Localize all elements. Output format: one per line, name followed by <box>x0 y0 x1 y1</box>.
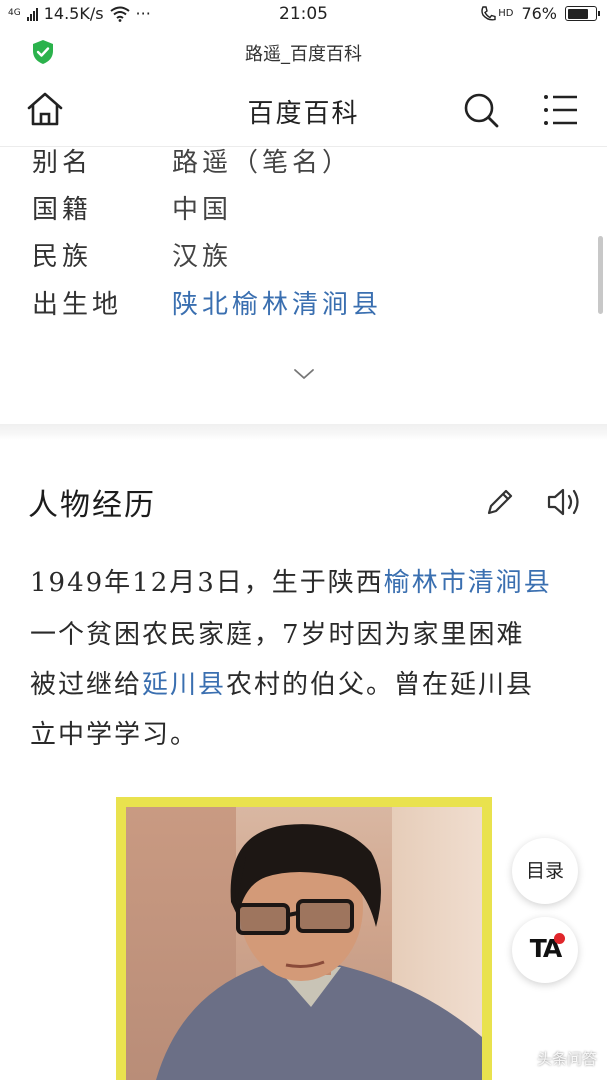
watermark: 头条问答 <box>536 1050 597 1068</box>
info-key: 民族 <box>32 242 93 272</box>
text: 被过继给 <box>30 670 143 700</box>
hd-label: HD <box>498 8 514 19</box>
section-title: 人物经历 <box>28 488 156 523</box>
birthplace-link[interactable]: 陕北榆林清涧县 <box>172 284 382 321</box>
paragraph-line: 一个贫困农民家庭，7岁时因为家里困难 <box>30 614 590 651</box>
text: 农村的伯父。曾在延川县 <box>226 670 535 700</box>
text: 1949年12月3日，生于陕西 <box>30 568 384 598</box>
battery-icon <box>565 6 600 21</box>
info-key: 出生地 <box>32 290 123 320</box>
app-header: 百度百科 <box>0 75 607 147</box>
status-right: HD 76% <box>480 4 600 23</box>
portrait-photo[interactable] <box>116 797 492 1080</box>
portrait-figure <box>156 824 482 1080</box>
ta-label: TA <box>529 934 562 963</box>
info-value: 路遥（笔名） <box>172 148 353 178</box>
info-value: 汉族 <box>172 242 233 272</box>
page-url-title[interactable]: 路遥_百度百科 <box>0 40 607 66</box>
battery-percent: 76% <box>521 4 557 23</box>
place-link[interactable]: 延川县 <box>142 670 226 700</box>
speaker-icon[interactable] <box>546 485 582 519</box>
info-key: 别名 <box>32 148 93 178</box>
photo-content <box>126 807 482 1080</box>
status-bar: 4G 14.5K/s ··· 21:05 HD 76% <box>0 0 607 30</box>
paragraph-line: 被过继给延川县农村的伯父。曾在延川县 <box>30 664 590 701</box>
battery-fill <box>567 8 589 19</box>
info-value: 中国 <box>172 195 233 225</box>
text: 一个贫困农民家庭，7岁时因为家里困难 <box>30 620 525 650</box>
paragraph-line: 立中学学习。 <box>30 714 590 751</box>
page-title: 百度百科 <box>247 99 360 129</box>
notification-dot <box>554 933 565 944</box>
info-key: 国籍 <box>32 195 93 225</box>
place-link[interactable]: 榆林市清涧县 <box>384 568 552 598</box>
menu-icon[interactable] <box>543 93 579 127</box>
section-divider <box>0 424 607 440</box>
table-of-contents-button[interactable]: 目录 <box>512 838 578 904</box>
call-hd-icon: HD <box>480 5 514 22</box>
scrollbar-thumb[interactable] <box>598 236 603 314</box>
text: 立中学学习。 <box>30 720 199 750</box>
search-icon[interactable] <box>462 91 500 129</box>
url-bar: 路遥_百度百科 <box>0 32 607 72</box>
expand-chevron-icon[interactable] <box>292 366 316 382</box>
edit-pencil-icon[interactable] <box>484 486 516 518</box>
paragraph-line: 1949年12月3日，生于陕西榆林市清涧县 <box>30 562 590 599</box>
ta-button[interactable]: TA <box>512 917 578 983</box>
